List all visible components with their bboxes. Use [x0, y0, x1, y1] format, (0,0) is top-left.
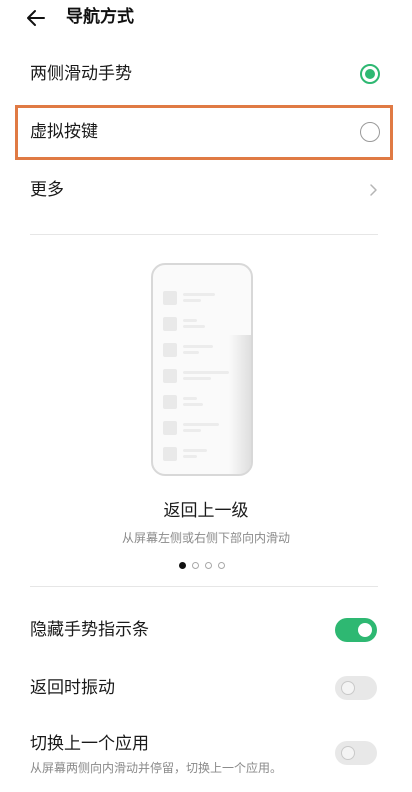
vibrate-on-back-toggle[interactable] — [335, 676, 377, 700]
option-gesture-label: 两侧滑动手势 — [30, 64, 132, 84]
illustration-list-item — [163, 291, 247, 311]
setting-vibrate-on-back[interactable]: 返回时振动 — [0, 662, 412, 716]
page-dot-2[interactable] — [192, 562, 199, 569]
chevron-right-icon — [370, 184, 377, 196]
illustration-subtitle: 从屏幕左侧或右侧下部向内滑动 — [121, 531, 290, 545]
setting-switch-previous-app-label: 切换上一个应用 — [30, 734, 149, 754]
back-arrow-icon[interactable] — [24, 6, 48, 30]
swipe-shade — [229, 335, 251, 474]
page-indicator — [179, 562, 229, 570]
gesture-illustration — [151, 263, 253, 476]
header: 导航方式 — [0, 0, 412, 36]
radio-gesture-selected[interactable] — [360, 64, 380, 84]
illustration-title: 返回上一级 — [163, 501, 249, 521]
setting-hide-gesture-bar-label: 隐藏手势指示条 — [30, 620, 149, 640]
hide-gesture-bar-toggle[interactable] — [335, 618, 377, 642]
more-label: 更多 — [30, 180, 64, 200]
divider — [30, 586, 378, 587]
highlight-annotation-box — [15, 105, 393, 160]
page-dot-3[interactable] — [205, 562, 212, 569]
illustration-list-item — [163, 317, 247, 337]
page-dot-1[interactable] — [179, 562, 186, 569]
setting-vibrate-on-back-label: 返回时振动 — [30, 678, 115, 698]
option-gesture-navigation[interactable]: 两侧滑动手势 — [0, 46, 412, 102]
setting-switch-previous-app[interactable]: 切换上一个应用 从屏幕两侧向内滑动并停留，切换上一个应用。 — [0, 720, 412, 786]
more-row[interactable]: 更多 — [0, 162, 412, 218]
page-dot-4[interactable] — [218, 562, 225, 569]
divider — [30, 234, 378, 235]
setting-switch-previous-app-description: 从屏幕两侧向内滑动并停留，切换上一个应用。 — [30, 761, 283, 775]
setting-hide-gesture-bar[interactable]: 隐藏手势指示条 — [0, 604, 412, 658]
page-title: 导航方式 — [66, 7, 134, 27]
switch-previous-app-toggle[interactable] — [335, 741, 377, 765]
